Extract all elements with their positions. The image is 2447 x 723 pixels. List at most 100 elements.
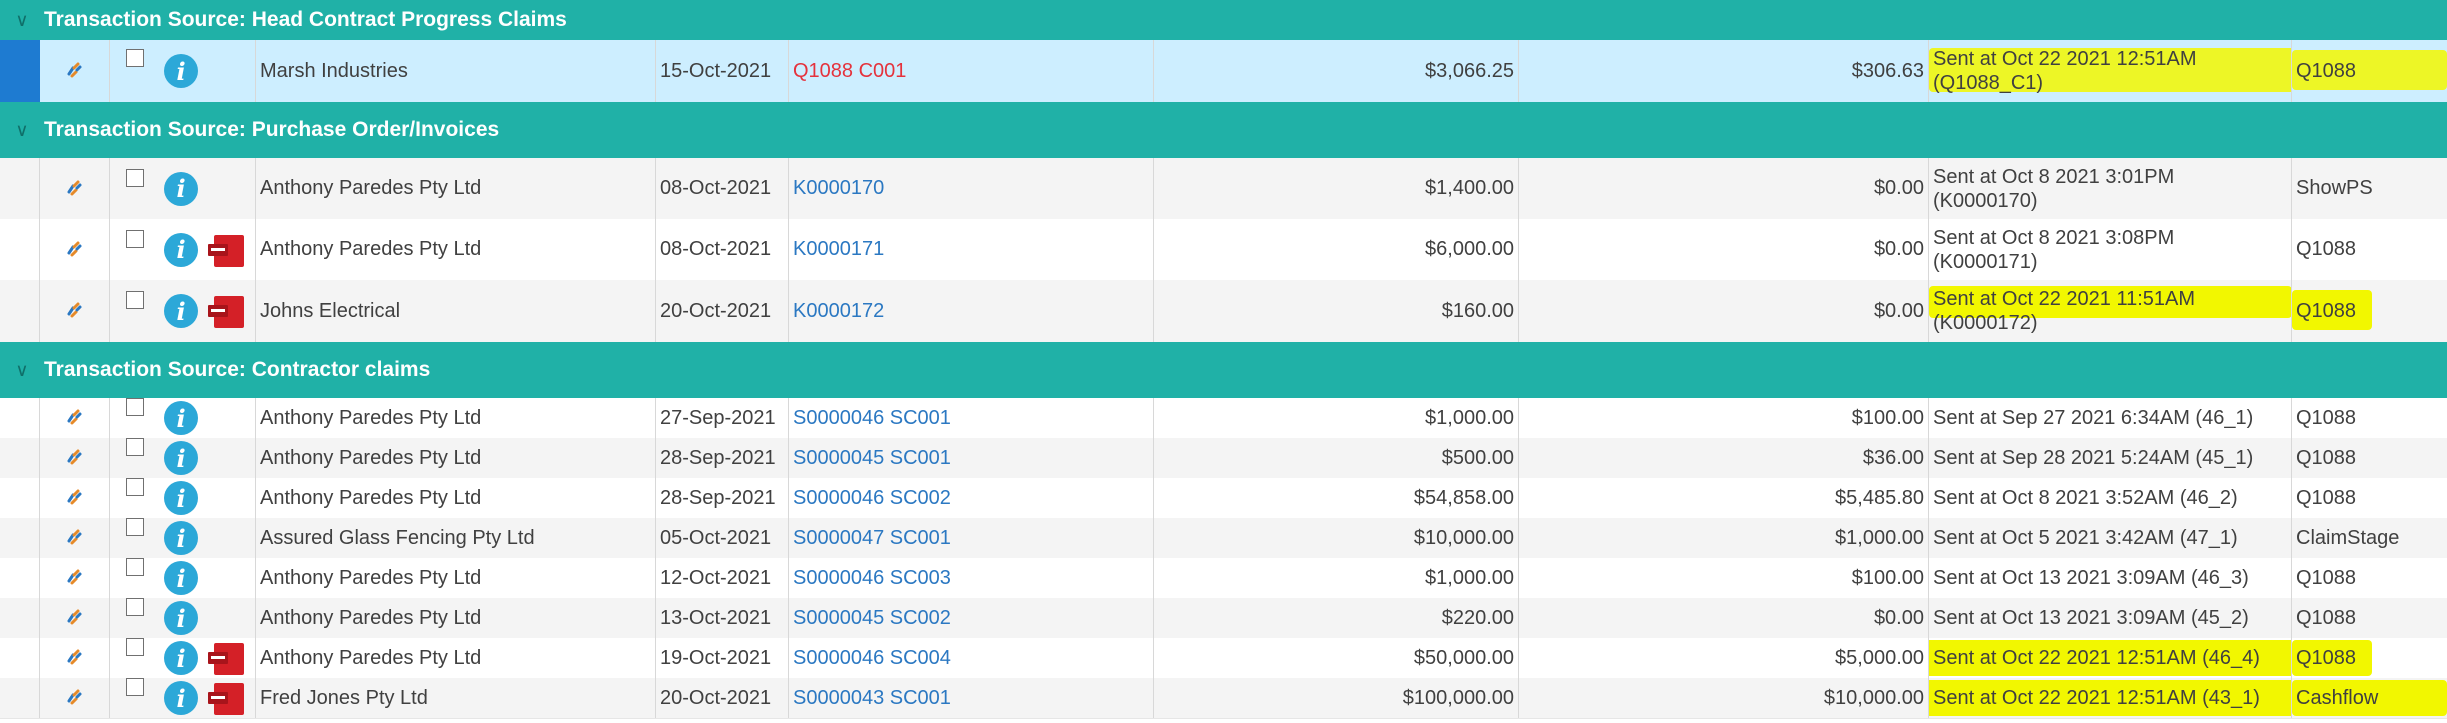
chevron-down-icon[interactable]: ∨ xyxy=(0,10,44,31)
pdf-icon[interactable] xyxy=(208,296,246,328)
amount: $3,066.25 xyxy=(1154,40,1519,102)
reference-link[interactable]: S0000046 SC003 xyxy=(789,558,1154,598)
table-row[interactable]: i Anthony Paredes Pty Ltd 13-Oct-2021 S0000… xyxy=(0,598,2447,639)
row-selector[interactable] xyxy=(0,558,40,598)
row-checkbox[interactable] xyxy=(126,518,144,536)
info-icon[interactable]: i xyxy=(164,54,198,88)
reference-link[interactable]: S0000046 SC004 xyxy=(789,638,1154,678)
link-icon[interactable] xyxy=(40,518,110,558)
info-icon[interactable]: i xyxy=(164,601,198,635)
project-code: Q1088 xyxy=(2296,606,2357,629)
transaction-date: 08-Oct-2021 xyxy=(656,158,789,219)
link-icon[interactable] xyxy=(40,678,110,718)
reference-link[interactable]: S0000047 SC001 xyxy=(789,518,1154,558)
group-title: Transaction Source: Purchase Order/Invoi… xyxy=(44,118,500,141)
group-header-purchase-orders[interactable]: ∨ Transaction Source: Purchase Order/Inv… xyxy=(0,102,2447,159)
pdf-icon[interactable] xyxy=(208,643,246,675)
table-row[interactable]: i Anthony Paredes Pty Ltd 19-Oct-2021 S0000… xyxy=(0,638,2447,679)
row-checkbox[interactable] xyxy=(126,678,144,696)
row-checkbox[interactable] xyxy=(126,438,144,456)
sent-status: Sent at Oct 22 2021 12:51AM (46_4) xyxy=(1929,638,2292,678)
reference-link[interactable]: S0000043 SC001 xyxy=(789,678,1154,718)
amount: $6,000.00 xyxy=(1154,219,1519,280)
link-icon[interactable] xyxy=(40,558,110,598)
info-icon[interactable]: i xyxy=(164,641,198,675)
sent-status: Sent at Oct 22 2021 12:51AM (Q1088_C1) xyxy=(1929,40,2292,102)
reference-link[interactable]: K0000170 xyxy=(789,158,1154,219)
gst-amount: $100.00 xyxy=(1519,398,1929,438)
table-row[interactable]: i Fred Jones Pty Ltd 20-Oct-2021 S0000043 S… xyxy=(0,678,2447,719)
row-selector[interactable] xyxy=(0,478,40,518)
table-row[interactable]: i Johns Electrical 20-Oct-2021 K0000172 … xyxy=(0,280,2447,343)
chevron-down-icon[interactable]: ∨ xyxy=(0,120,44,141)
link-icon[interactable] xyxy=(40,598,110,638)
info-icon[interactable]: i xyxy=(164,401,198,435)
row-checkbox[interactable] xyxy=(126,229,144,248)
link-icon[interactable] xyxy=(40,158,110,219)
table-row[interactable]: i Anthony Paredes Pty Ltd 08-Oct-2021 K0… xyxy=(0,158,2447,220)
row-checkbox[interactable] xyxy=(126,49,144,67)
gst-amount: $306.63 xyxy=(1519,40,1929,102)
link-icon[interactable] xyxy=(40,40,110,102)
row-checkbox[interactable] xyxy=(126,638,144,656)
reference-link[interactable]: K0000172 xyxy=(789,280,1154,342)
project-code: Q1088 xyxy=(2296,238,2357,260)
pdf-icon[interactable] xyxy=(208,234,246,267)
info-icon[interactable]: i xyxy=(164,561,198,595)
info-icon[interactable]: i xyxy=(164,681,198,715)
row-selector[interactable] xyxy=(0,678,40,718)
row-selector[interactable] xyxy=(0,398,40,438)
row-actions: i xyxy=(110,558,256,598)
reference-link[interactable]: S0000045 SC001 xyxy=(789,438,1154,478)
row-checkbox[interactable] xyxy=(126,291,144,309)
row-selector[interactable] xyxy=(0,219,40,280)
link-icon[interactable] xyxy=(40,219,110,280)
table-row[interactable]: i Marsh Industries 15-Oct-2021 Q1088 C00… xyxy=(0,40,2447,103)
gst-amount: $100.00 xyxy=(1519,558,1929,598)
sent-status: Sent at Oct 5 2021 3:42AM (47_1) xyxy=(1929,518,2292,558)
row-selector[interactable] xyxy=(0,438,40,478)
link-icon[interactable] xyxy=(40,280,110,342)
group-header-head-contract[interactable]: ∨ Transaction Source: Head Contract Prog… xyxy=(0,0,2447,41)
gst-amount: $1,000.00 xyxy=(1519,518,1929,558)
reference-link[interactable]: Q1088 C001 xyxy=(789,40,1154,102)
row-selector[interactable] xyxy=(0,280,40,342)
row-checkbox[interactable] xyxy=(126,598,144,616)
table-row[interactable]: i Assured Glass Fencing Pty Ltd 05-Oct-202… xyxy=(0,518,2447,559)
pdf-icon[interactable] xyxy=(208,683,246,715)
table-row[interactable]: i Anthony Paredes Pty Ltd 28-Sep-2021 S0000… xyxy=(0,478,2447,519)
info-icon[interactable]: i xyxy=(164,441,198,475)
reference-link[interactable]: S0000046 SC002 xyxy=(789,478,1154,518)
link-icon[interactable] xyxy=(40,398,110,438)
reference-link[interactable]: S0000046 SC001 xyxy=(789,398,1154,438)
row-checkbox[interactable] xyxy=(126,558,144,576)
info-icon[interactable]: i xyxy=(164,232,198,267)
table-row[interactable]: i Anthony Paredes Pty Ltd 28-Sep-2021 S0000… xyxy=(0,438,2447,479)
transaction-date: 05-Oct-2021 xyxy=(656,518,789,558)
group-header-contractor-claims[interactable]: ∨ Transaction Source: Contractor claims xyxy=(0,342,2447,399)
info-icon[interactable]: i xyxy=(164,171,198,206)
table-row[interactable]: i Anthony Paredes Pty Ltd 27-Sep-2021 S0000… xyxy=(0,398,2447,439)
reference-link[interactable]: S0000045 SC002 xyxy=(789,598,1154,638)
row-checkbox[interactable] xyxy=(126,168,144,187)
info-icon[interactable]: i xyxy=(164,521,198,555)
chevron-down-icon[interactable]: ∨ xyxy=(0,360,44,381)
row-selector[interactable] xyxy=(0,638,40,678)
link-icon[interactable] xyxy=(40,478,110,518)
link-icon[interactable] xyxy=(40,438,110,478)
link-icon[interactable] xyxy=(40,638,110,678)
project-code: ShowPS xyxy=(2296,177,2373,199)
row-selector[interactable] xyxy=(0,518,40,558)
reference-link[interactable]: K0000171 xyxy=(789,219,1154,280)
row-checkbox[interactable] xyxy=(126,478,144,496)
company-name: Anthony Paredes Pty Ltd xyxy=(256,638,656,678)
table-row[interactable]: i Anthony Paredes Pty Ltd 08-Oct-2021 K0… xyxy=(0,219,2447,281)
row-selector[interactable] xyxy=(0,598,40,638)
info-icon[interactable]: i xyxy=(164,294,198,328)
company-name: Anthony Paredes Pty Ltd xyxy=(256,478,656,518)
row-checkbox[interactable] xyxy=(126,398,144,416)
amount: $10,000.00 xyxy=(1154,518,1519,558)
table-row[interactable]: i Anthony Paredes Pty Ltd 12-Oct-2021 S0000… xyxy=(0,558,2447,599)
row-selector[interactable] xyxy=(0,158,40,219)
info-icon[interactable]: i xyxy=(164,481,198,515)
